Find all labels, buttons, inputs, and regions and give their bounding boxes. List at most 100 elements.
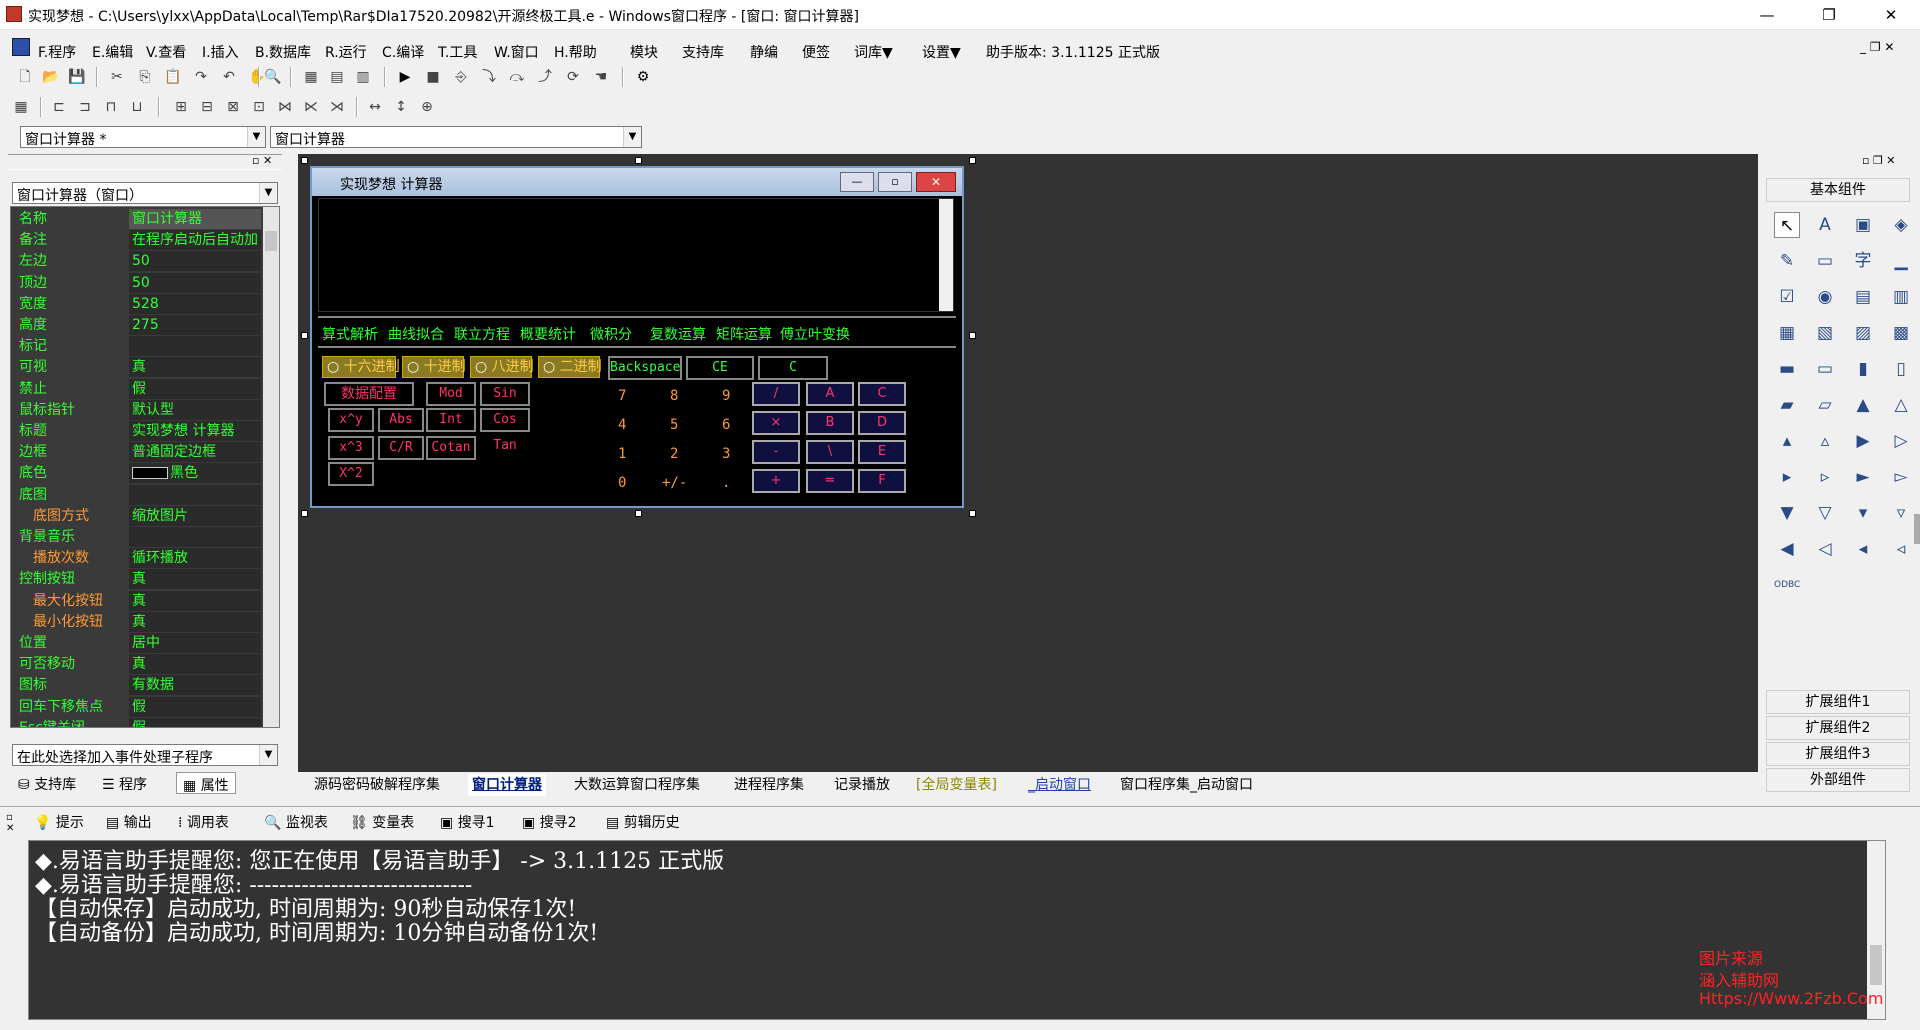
calc-func-button[interactable]: X^2 <box>328 462 374 486</box>
tab-record[interactable]: 记录播放 <box>834 774 890 796</box>
paste-icon[interactable]: 📋 <box>164 68 182 86</box>
property-value[interactable] <box>129 336 261 357</box>
resize-grip[interactable] <box>635 510 642 517</box>
step-over-icon[interactable]: ⤼ <box>508 68 526 86</box>
calc-func-button[interactable]: x^y <box>328 408 374 432</box>
base-radio[interactable]: 八进制 <box>470 356 534 378</box>
component-tool-icon[interactable]: ▹ <box>1812 464 1838 490</box>
component-tool-icon[interactable]: ▶ <box>1850 428 1876 454</box>
object-select[interactable]: 窗口计算器（窗口） ▼ <box>12 182 278 204</box>
tab-call-stack[interactable]: ⁞ 调用表 <box>178 812 229 832</box>
property-value[interactable]: 缩放图片 <box>129 505 261 526</box>
same-size-icon[interactable]: ⋈ <box>276 98 294 116</box>
digit-button[interactable]: 7 <box>618 388 626 404</box>
property-row[interactable]: 底图方式 缩放图片 <box>15 505 261 527</box>
calc-close-button[interactable]: ✕ <box>916 172 956 192</box>
property-row[interactable]: 备注 在程序启动后自动加 <box>15 230 261 251</box>
output-panel[interactable]: ◆.易语言助手提醒您: 您正在使用【易语言助手】 -> 3.1.1125 正式版… <box>28 840 1886 1020</box>
minimize-button[interactable]: — <box>1744 0 1790 30</box>
menu-edit[interactable]: E.编辑 <box>92 42 133 62</box>
property-row[interactable]: 可视真 <box>15 357 261 378</box>
base-radio[interactable]: 十六进制 <box>322 356 400 378</box>
property-row[interactable]: 最大化按钮真 <box>15 590 261 612</box>
component-tool-icon[interactable]: A <box>1812 212 1838 238</box>
tab-calculator[interactable]: 窗口计算器 <box>468 774 546 796</box>
operator-button[interactable]: \ <box>806 440 854 464</box>
property-value[interactable] <box>129 527 261 547</box>
calc-func-button[interactable]: Sin <box>480 382 530 406</box>
grid-icon[interactable]: ⊕ <box>418 98 436 116</box>
same-width-icon[interactable]: ⊠ <box>224 98 242 116</box>
operator-button[interactable]: = <box>806 469 854 493</box>
menu-run[interactable]: R.运行 <box>325 42 367 62</box>
digit-button[interactable]: 2 <box>670 446 678 462</box>
open-file-icon[interactable]: 📂 <box>42 68 60 86</box>
calculator-form[interactable]: 实现梦想 计算器 — ▫ ✕ 算式解析 曲线拟合 联立方程 概要统计 微积分 复数运算 矩阵… <box>310 166 964 508</box>
resize-grip[interactable] <box>969 157 976 164</box>
property-value[interactable]: 275 <box>129 315 261 335</box>
calc-function-link[interactable]: 矩阵运算 <box>716 324 772 344</box>
ext-components-2-button[interactable]: 扩展组件2 <box>1766 716 1910 740</box>
chevron-down-icon[interactable]: ▼ <box>259 183 277 203</box>
component-tool-icon[interactable]: ▷ <box>1888 428 1914 454</box>
resize-grip[interactable] <box>635 157 642 164</box>
tab-variables[interactable]: ⛓ 变量表 <box>350 812 414 832</box>
component-tool-icon[interactable]: ▰ <box>1774 392 1800 418</box>
operator-button[interactable]: / <box>752 382 800 406</box>
component-tool-icon[interactable]: ODBC <box>1774 572 1800 598</box>
menu-module[interactable]: 模块 <box>630 42 658 62</box>
resize-grip[interactable] <box>969 510 976 517</box>
component-tool-icon[interactable]: ▻ <box>1888 464 1914 490</box>
resize-grip[interactable] <box>969 332 976 339</box>
property-value[interactable]: 黑色 <box>129 463 261 484</box>
property-row[interactable]: 鼠标指针 默认型 <box>15 399 261 421</box>
resize-grip[interactable] <box>301 510 308 517</box>
property-row[interactable]: 高度 275 <box>15 315 261 336</box>
copy-icon[interactable]: ⎘ <box>136 68 154 86</box>
component-tool-icon[interactable]: ▵ <box>1812 428 1838 454</box>
close-button[interactable]: ✕ <box>1868 0 1914 30</box>
space-v-icon[interactable]: ⊟ <box>198 98 216 116</box>
resize-grip[interactable] <box>301 157 308 164</box>
redo-icon[interactable]: ↷ <box>192 68 210 86</box>
property-row[interactable]: 宽度 528 <box>15 293 261 315</box>
calc-func-button[interactable]: x^3 <box>328 436 374 460</box>
space-h-icon[interactable]: ⊞ <box>172 98 190 116</box>
operator-button[interactable]: A <box>806 382 854 406</box>
calc-function-link[interactable]: 曲线拟合 <box>388 324 444 344</box>
basic-components-button[interactable]: 基本组件 <box>1766 178 1910 202</box>
property-row[interactable]: 标记 <box>15 336 261 357</box>
calc-top-button[interactable]: Backspace <box>608 356 682 380</box>
property-value[interactable]: 假 <box>129 696 261 717</box>
operator-button[interactable]: E <box>858 440 906 464</box>
run-icon[interactable]: ▶ <box>396 68 414 86</box>
step-icon[interactable]: ⎆ <box>452 68 470 86</box>
property-row[interactable]: 底图 <box>15 484 261 506</box>
component-tool-icon[interactable]: ↖ <box>1774 212 1800 238</box>
menu-database[interactable]: B.数据库 <box>255 42 311 62</box>
digit-button[interactable]: 1 <box>618 446 626 462</box>
digit-button[interactable]: 6 <box>722 417 730 433</box>
property-value[interactable]: 528 <box>129 293 261 314</box>
bottom-panel-controls[interactable]: ▫ ✕ <box>6 812 14 834</box>
calc-minimize-button[interactable]: — <box>840 172 874 192</box>
property-row[interactable]: 最小化按钮真 <box>15 611 261 633</box>
digit-button[interactable]: 9 <box>722 388 730 404</box>
operator-button[interactable]: - <box>752 440 800 464</box>
new-file-icon[interactable]: 🗋 <box>16 68 34 86</box>
component-tool-icon[interactable]: ◈ <box>1888 212 1914 238</box>
calc-top-button[interactable]: CE <box>686 356 754 380</box>
align-center-icon[interactable]: ⊐ <box>76 98 94 116</box>
menu-view[interactable]: V.查看 <box>146 42 186 62</box>
property-value[interactable]: 真 <box>129 357 261 378</box>
menu-program[interactable]: F.程序 <box>38 42 76 62</box>
calc-function-link[interactable]: 微积分 <box>590 324 632 344</box>
component-tool-icon[interactable]: ▼ <box>1774 500 1800 526</box>
property-row[interactable]: 边框 普通固定边框 <box>15 442 261 463</box>
menu-help[interactable]: H.帮助 <box>554 42 597 62</box>
menu-tools[interactable]: T.工具 <box>438 42 477 62</box>
calculator-icon[interactable]: ▦ <box>12 98 30 116</box>
dist-h-icon[interactable]: ↔ <box>366 98 384 116</box>
menu-settings[interactable]: 设置▼ <box>922 42 961 62</box>
tab-watch[interactable]: 🔍 监视表 <box>264 812 328 832</box>
